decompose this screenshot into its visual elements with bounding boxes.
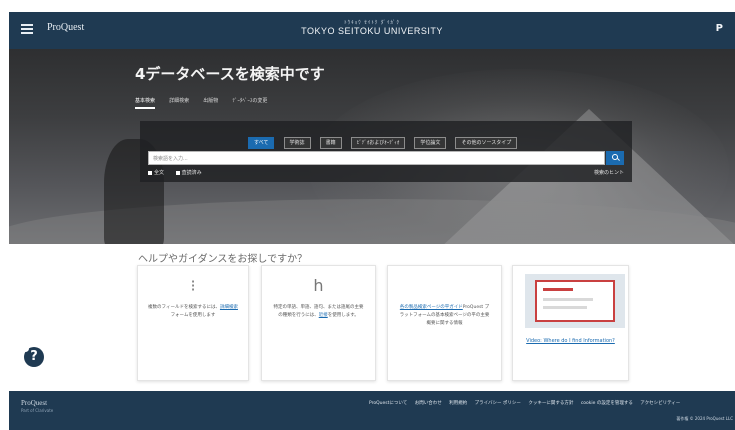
full-text-label: 全文 bbox=[154, 170, 165, 176]
chip-journals[interactable]: 学術誌 bbox=[283, 137, 311, 149]
tab-publications[interactable]: 出版物 bbox=[203, 97, 218, 107]
proximity-link[interactable]: 近接 bbox=[319, 313, 328, 318]
peer-reviewed-label: 査読済み bbox=[181, 170, 202, 176]
footer-logo[interactable]: ProQuest bbox=[21, 399, 47, 407]
footer: ProQuest Part of Clarivate ProQuestについて … bbox=[9, 391, 735, 430]
peer-reviewed-checkbox[interactable]: 査読済み bbox=[175, 170, 202, 176]
chip-books[interactable]: 書籍 bbox=[319, 137, 342, 149]
footer-link-privacy[interactable]: プライバシー ポリシー bbox=[475, 401, 521, 406]
tab-advanced-search[interactable]: 詳細検索 bbox=[169, 97, 189, 107]
footer-link-cookie-policy[interactable]: クッキーに関する方針 bbox=[528, 401, 573, 406]
search-button[interactable] bbox=[606, 151, 624, 165]
video-link[interactable]: Video: Where do I find Information? bbox=[519, 338, 622, 345]
help-card-video: Video: Where do I find Information? bbox=[512, 265, 629, 381]
search-input[interactable]: 検索語を入力... bbox=[148, 151, 605, 165]
footer-link-accessibility[interactable]: アクセシビリティー bbox=[640, 401, 680, 406]
help-card-proximity: h 特定の単語、単語、語句、または語尾の主要の種類を行うには、近接を使用します。 bbox=[261, 265, 376, 381]
footer-link-contact[interactable]: お問い合わせ bbox=[415, 401, 442, 406]
footer-link-cookie-settings[interactable]: cookie の設定を管理する bbox=[581, 401, 633, 406]
chip-other-sources[interactable]: その他のソースタイプ bbox=[455, 137, 518, 149]
footer-link-about[interactable]: ProQuestについて bbox=[369, 401, 407, 406]
chip-video-audio[interactable]: ﾋﾞﾃﾞｵおよびｵｰﾃﾞｨｵ bbox=[350, 137, 406, 149]
search-tips-link[interactable]: 検索のヒント bbox=[594, 169, 624, 176]
institution-name-kana: ﾄｳｷｮｳ ｾｲﾄｸ ﾀﾞｲｶﾞｸ bbox=[344, 20, 400, 26]
search-options: 全文 査読済み bbox=[148, 169, 212, 176]
help-section-title: ヘルプやガイダンスをお探しですか？ bbox=[138, 254, 308, 265]
footer-sublogo: Part of Clarivate bbox=[21, 408, 54, 413]
tab-basic-search[interactable]: 基本検索 bbox=[135, 97, 156, 109]
source-type-filter: すべて 学術誌 書籍 ﾋﾞﾃﾞｵおよびｵｰﾃﾞｨｵ 学位論文 その他のソースタイ… bbox=[248, 129, 521, 149]
video-thumbnail[interactable] bbox=[525, 274, 625, 328]
help-card-guide: 各の製品検索ページの平ガイドProQuest プラットフォームの基本検索ページの… bbox=[387, 265, 502, 381]
user-menu-button[interactable]: P bbox=[716, 23, 723, 34]
proximity-icon: h bbox=[313, 276, 324, 295]
page-title: 4データベースを検索中です bbox=[135, 65, 325, 83]
top-navigation-bar: ProQuest ﾄｳｷｮｳ ｾｲﾄｸ ﾀﾞｲｶﾞｸ TOKYO SEITOKU… bbox=[9, 12, 735, 49]
advanced-search-link[interactable]: 詳細検索 bbox=[220, 305, 238, 310]
institution-name: TOKYO SEITOKU UNIVERSITY bbox=[301, 26, 443, 36]
search-hero: 4データベースを検索中です 基本検索 詳細検索 出版物 ﾃﾞｰﾀﾍﾞｰｽの変更 … bbox=[9, 49, 735, 244]
help-card-advanced-search: ⁝ 複数のフィールドを検索するには、詳細検索フォームを使用します bbox=[137, 265, 249, 381]
full-text-checkbox[interactable]: 全文 bbox=[148, 170, 164, 176]
help-chat-button[interactable]: ? bbox=[22, 345, 44, 367]
help-question-icon: ? bbox=[30, 349, 38, 364]
footer-copyright: 著作権 © 2024 ProQuest LLC bbox=[676, 416, 733, 421]
help-card-text: 複数のフィールドを検索するには、詳細検索フォームを使用します bbox=[148, 305, 238, 318]
search-guide-link[interactable]: 各の製品検索ページの平ガイド bbox=[400, 305, 463, 310]
page: ProQuest ﾄｳｷｮｳ ｾｲﾄｸ ﾀﾞｲｶﾞｸ TOKYO SEITOKU… bbox=[0, 0, 735, 430]
footer-link-terms[interactable]: 利用規約 bbox=[449, 401, 467, 406]
search-mode-tabs: 基本検索 詳細検索 出版物 ﾃﾞｰﾀﾍﾞｰｽの変更 bbox=[135, 87, 276, 109]
help-card-text: 特定の単語、単語、語句、または語尾の主要の種類を行うには、近接を使用します。 bbox=[273, 305, 364, 318]
search-panel: すべて 学術誌 書籍 ﾋﾞﾃﾞｵおよびｵｰﾃﾞｨｵ 学位論文 その他のソースタイ… bbox=[140, 121, 632, 182]
chip-dissertations[interactable]: 学位論文 bbox=[414, 137, 447, 149]
footer-links: ProQuestについて お問い合わせ 利用規約 プライバシー ポリシー クッキ… bbox=[369, 400, 686, 406]
tab-change-databases[interactable]: ﾃﾞｰﾀﾍﾞｰｽの変更 bbox=[232, 97, 267, 107]
chip-all[interactable]: すべて bbox=[248, 137, 275, 149]
help-card-text: 各の製品検索ページの平ガイドProQuest プラットフォームの基本検索ページの… bbox=[399, 305, 490, 326]
fields-icon: ⁝ bbox=[190, 276, 196, 295]
